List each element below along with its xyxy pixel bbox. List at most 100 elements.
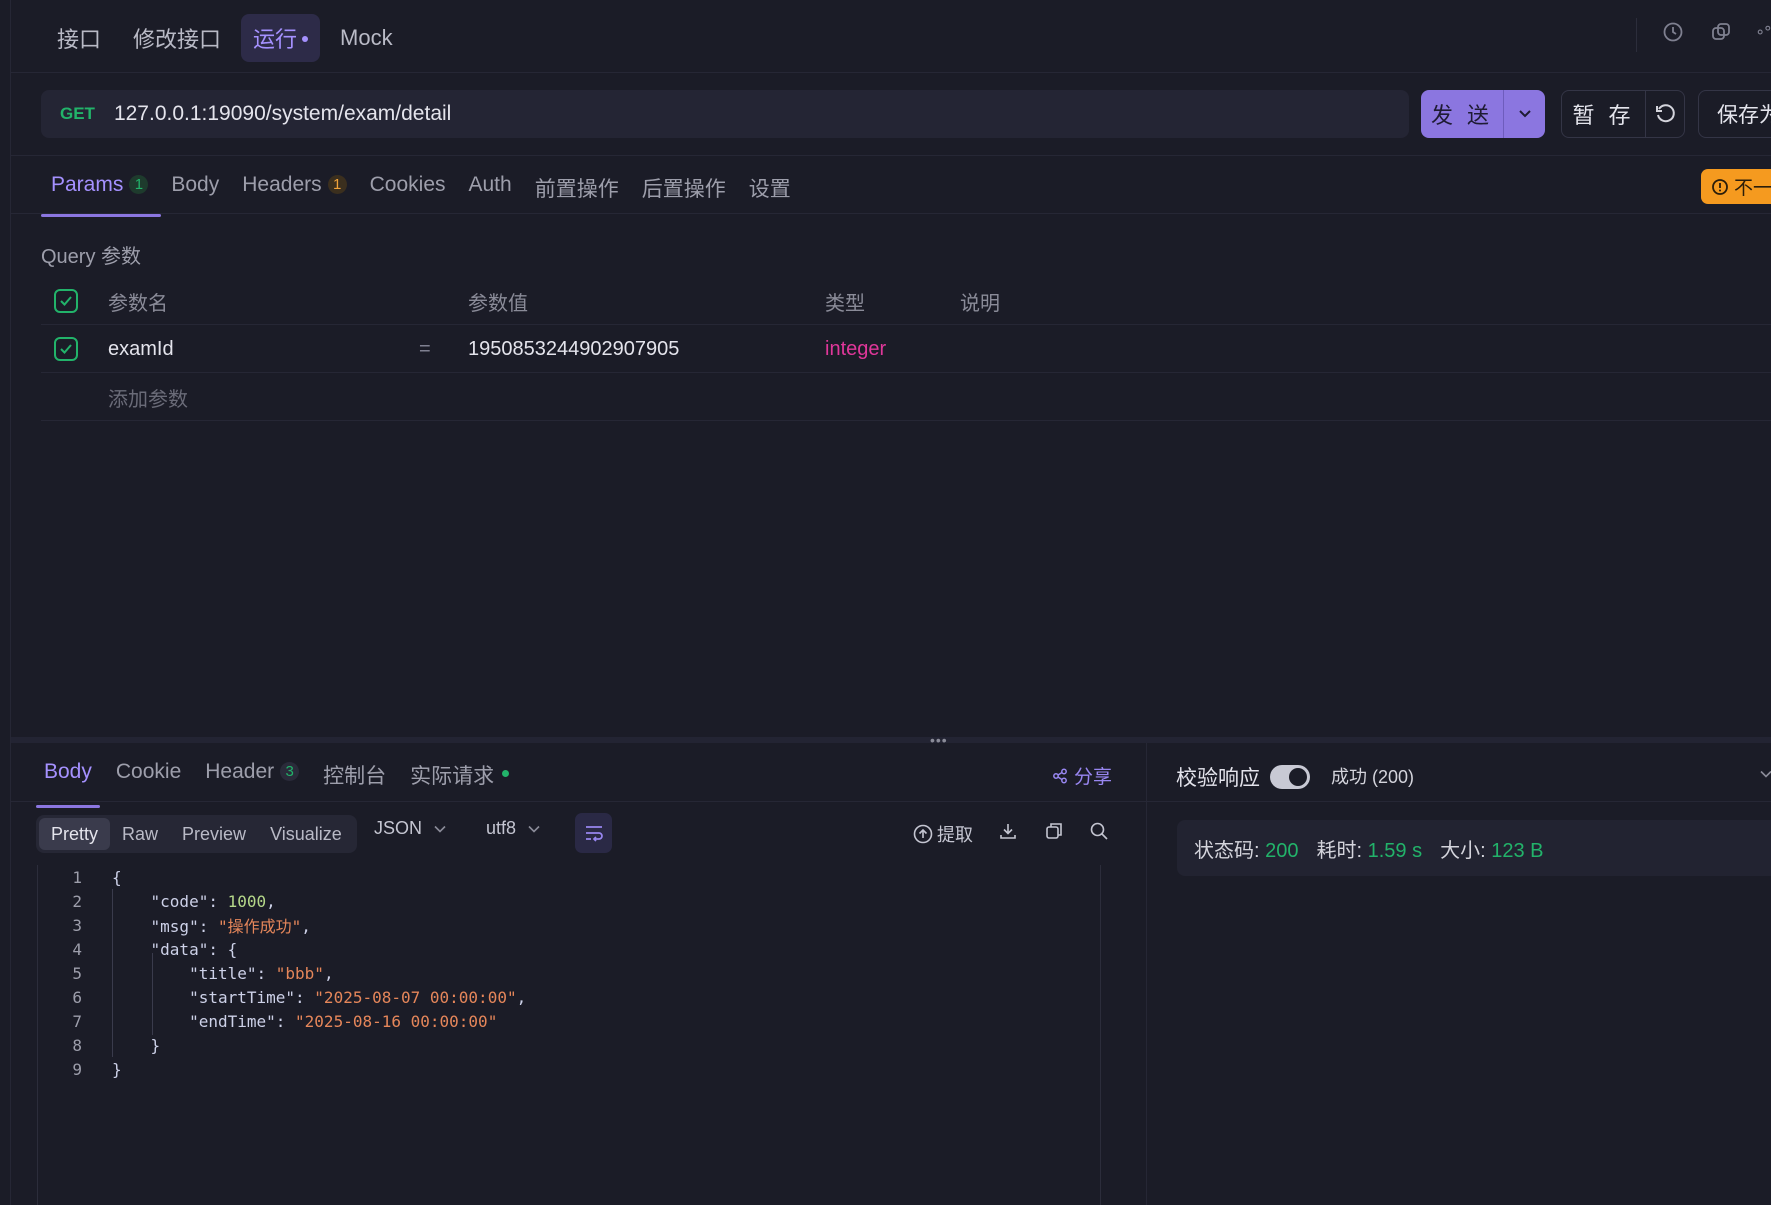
status-code-value: 200	[1265, 839, 1299, 862]
header-param-name: 参数名	[108, 292, 168, 315]
json-key: "msg"	[150, 917, 199, 936]
method-select[interactable]: GET	[60, 104, 95, 124]
tab-interface[interactable]: 接口	[45, 14, 113, 62]
param-type-select[interactable]: integer	[825, 325, 886, 373]
line-number: 9	[72, 1059, 82, 1079]
view-mode-toggle: Pretty Raw Preview Visualize	[36, 815, 357, 853]
tab-edit-interface[interactable]: 修改接口	[121, 14, 233, 62]
tab-pre-script[interactable]: 前置操作	[525, 173, 632, 217]
copy-icon[interactable]	[1044, 821, 1064, 841]
left-rail	[0, 0, 11, 1205]
url-separator	[11, 155, 1771, 156]
tab-run[interactable]: 运行	[241, 14, 321, 62]
request-tabs: Params 1 Body Headers 1 Cookies Auth 前置操作 …	[41, 173, 804, 217]
status-dot	[502, 770, 510, 777]
share-icon	[1053, 768, 1067, 783]
response-code-viewer[interactable]: 1{ 2 "code": 1000, 3 "msg": "操作成功", 4 "d…	[37, 865, 1123, 1205]
code-line: 7 "endTime": "2025-08-16 00:00:00"	[38, 1009, 497, 1033]
validate-result[interactable]: 成功 (200)	[1331, 763, 1414, 789]
history-icon[interactable]	[1661, 20, 1685, 44]
line-number: 5	[72, 963, 82, 983]
send-button[interactable]: 发 送	[1421, 90, 1504, 138]
extract-label: 提取	[937, 825, 973, 845]
wrap-lines-button[interactable]	[575, 813, 612, 853]
panel-splitter[interactable]	[11, 737, 1771, 743]
validate-response: 校验响应	[1176, 762, 1310, 792]
view-pretty[interactable]: Pretty	[39, 818, 111, 850]
query-section-title: Query 参数	[41, 246, 142, 268]
chevron-down-icon[interactable]	[1760, 765, 1771, 783]
tabs-separator	[11, 213, 1771, 214]
response-time-value: 1.59 s	[1367, 839, 1423, 862]
tab-headers[interactable]: Headers 1	[232, 173, 359, 217]
inconsistency-warning[interactable]: 不一	[1701, 169, 1771, 204]
tab-auth[interactable]: Auth	[459, 173, 525, 217]
drag-handle-icon[interactable]: •••	[930, 732, 948, 748]
share-label: 分享	[1074, 767, 1113, 788]
tab-mock[interactable]: Mock	[328, 17, 405, 59]
json-key: "startTime"	[189, 987, 296, 1007]
validate-toggle[interactable]	[1270, 765, 1310, 789]
header-param-value: 参数值	[468, 292, 528, 315]
url-input[interactable]: 127.0.0.1:19090/system/exam/detail	[114, 102, 451, 126]
code-line: 3 "msg": "操作成功",	[38, 913, 311, 937]
json-string: "2025-08-07 00:00:00"	[314, 987, 517, 1007]
response-size-label: 大小:	[1440, 839, 1486, 862]
code-line: 4 "data": {	[38, 937, 237, 961]
code-line: 8 }	[38, 1033, 160, 1057]
json-string: "bbb"	[275, 963, 324, 983]
undo-icon	[1656, 104, 1675, 123]
validate-label: 校验响应	[1176, 767, 1260, 790]
tab-post-script[interactable]: 后置操作	[632, 173, 739, 217]
code-scrollbar[interactable]	[1100, 865, 1101, 1205]
tab-settings[interactable]: 设置	[739, 173, 804, 217]
add-param-row: 添加参数	[41, 373, 1771, 421]
check-icon	[54, 337, 78, 361]
select-all-checkbox[interactable]	[54, 277, 78, 325]
code-line: 5 "title": "bbb",	[38, 961, 333, 985]
view-raw[interactable]: Raw	[110, 818, 170, 850]
upload-circle-icon	[913, 824, 933, 844]
code-line: 1{	[38, 865, 121, 889]
response-size: 大小: 123 B	[1440, 834, 1543, 863]
equals-sign: =	[419, 337, 431, 360]
search-icon[interactable]	[1089, 821, 1109, 841]
param-name-input[interactable]: examId	[108, 325, 174, 373]
copy-window-icon[interactable]	[1709, 20, 1733, 44]
send-dropdown[interactable]	[1504, 90, 1545, 138]
encoding-select[interactable]: utf8	[486, 818, 540, 839]
line-number: 7	[72, 1011, 82, 1031]
save-as-button[interactable]: 保存为	[1698, 90, 1771, 138]
url-bar[interactable]: GET 127.0.0.1:19090/system/exam/detail	[41, 90, 1409, 138]
tab-cookies[interactable]: Cookies	[360, 173, 459, 217]
tab-run-label: 运行	[253, 27, 298, 52]
download-icon[interactable]	[998, 821, 1018, 841]
response-time: 耗时: 1.59 s	[1317, 834, 1423, 863]
row-checkbox[interactable]	[54, 325, 78, 373]
wrap-icon	[585, 826, 603, 842]
view-visualize[interactable]: Visualize	[258, 818, 354, 850]
view-preview[interactable]: Preview	[170, 818, 258, 850]
code-line: 2 "code": 1000,	[38, 889, 275, 913]
save-button[interactable]: 暂 存	[1562, 91, 1646, 137]
share-node-icon[interactable]	[1757, 20, 1771, 44]
format-select[interactable]: JSON	[374, 818, 446, 839]
code-line: 6 "startTime": "2025-08-07 00:00:00",	[38, 985, 526, 1009]
save-group: 暂 存	[1561, 90, 1685, 138]
reset-button[interactable]	[1646, 91, 1684, 137]
tab-response-header-label: Header	[205, 760, 275, 783]
tab-params[interactable]: Params 1	[41, 173, 162, 217]
tab-actual-request-label: 实际请求	[410, 765, 495, 788]
json-key: "endTime"	[189, 1011, 276, 1031]
unsaved-dot	[302, 36, 309, 42]
warning-label: 不一	[1734, 178, 1771, 199]
chevron-down-icon	[1518, 110, 1531, 118]
param-value-input[interactable]: 1950853244902907905	[468, 325, 679, 373]
extract-button[interactable]: 提取	[913, 821, 973, 847]
add-param-input[interactable]: 添加参数	[108, 373, 188, 421]
chevron-down-icon	[434, 825, 446, 833]
tab-params-label: Params	[51, 173, 124, 196]
share-button[interactable]: 分享	[1052, 762, 1112, 789]
tab-body[interactable]: Body	[161, 173, 232, 217]
line-number: 4	[72, 939, 82, 959]
